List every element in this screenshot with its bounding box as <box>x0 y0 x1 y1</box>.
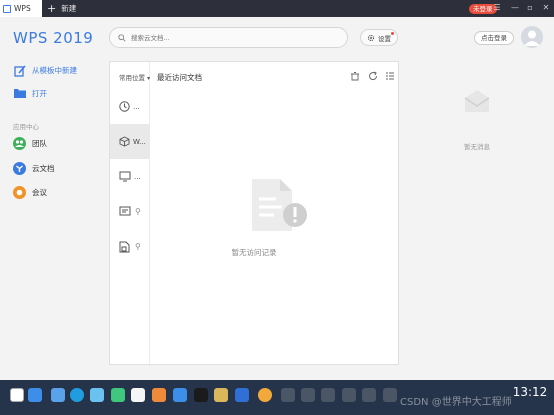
trash-icon[interactable] <box>350 71 360 81</box>
avatar[interactable] <box>521 26 543 48</box>
empty-recent-message: 暂无访问记录 <box>231 248 277 257</box>
close-icon[interactable]: ✕ <box>540 2 552 14</box>
taskbar-clock: 13:12 <box>512 385 548 399</box>
dock-app-icon[interactable] <box>70 388 84 402</box>
new-document-icon <box>13 64 26 77</box>
login-button[interactable]: 点击登录 <box>474 31 514 45</box>
minimize-icon[interactable]: — <box>509 2 521 14</box>
gear-icon <box>367 34 375 41</box>
search-box[interactable] <box>109 27 348 48</box>
folder-icon <box>13 87 26 100</box>
refresh-icon[interactable] <box>368 71 378 81</box>
settings-label: 设置 <box>378 34 391 43</box>
documents-panel: 常用位置 ▾ ... W... ... ⚲ ⚲ 最近访问文档 暂无访问记录 <box>109 61 399 365</box>
wps-logo-icon <box>3 4 11 13</box>
sidebar-item-meeting-label: 会议 <box>32 188 47 197</box>
chevron-down-icon: ▾ <box>147 75 151 82</box>
location-recent[interactable]: ... <box>110 89 150 124</box>
common-locations-header[interactable]: 常用位置 ▾ <box>119 72 150 82</box>
dock-app-icon[interactable] <box>131 388 145 402</box>
tab-wps-label: WPS <box>14 4 31 13</box>
dock-app-icon[interactable] <box>51 388 65 402</box>
dock-app-icon[interactable] <box>28 388 42 402</box>
dock-app-icon[interactable] <box>235 388 249 402</box>
cloud-docs-icon <box>13 162 26 175</box>
plus-icon: + <box>47 2 57 15</box>
sidebar-item-cloud-docs[interactable]: 云文档 <box>13 162 55 175</box>
dock-app-icon[interactable] <box>214 388 228 402</box>
dock-app-icon[interactable] <box>342 388 356 402</box>
title-bar: WPS + 新建 未登录 ☰ — ▫ ✕ <box>0 0 554 17</box>
tab-wps[interactable]: WPS <box>0 0 42 17</box>
dock-app-icon[interactable] <box>258 388 272 402</box>
sidebar-new-from-template[interactable]: 从模板中新建 <box>13 64 77 77</box>
dock-app-icon[interactable] <box>173 388 187 402</box>
location-recent-label: ... <box>133 102 140 111</box>
meeting-icon <box>13 186 26 199</box>
new-tab-button[interactable]: + 新建 <box>47 0 76 17</box>
menu-icon[interactable]: ☰ <box>491 2 503 14</box>
location-wps-cloud-label: W... <box>133 137 146 146</box>
dock-app-icon[interactable] <box>301 388 315 402</box>
dock-app-icon[interactable] <box>194 388 208 402</box>
search-icon <box>118 33 126 42</box>
dock-app-icon[interactable] <box>90 388 104 402</box>
location-desktop[interactable]: ⚲ <box>110 194 150 229</box>
sidebar-item-team-label: 团队 <box>32 139 47 148</box>
list-view-icon[interactable] <box>385 71 395 81</box>
sidebar-item-cloud-docs-label: 云文档 <box>32 164 55 173</box>
user-avatar-icon <box>524 30 540 46</box>
location-computer[interactable]: ... <box>110 159 150 194</box>
dock-app-icon[interactable] <box>281 388 295 402</box>
cube-icon <box>119 136 130 147</box>
empty-messages-text: 暂无消息 <box>464 143 490 151</box>
location-computer-label: ... <box>134 172 141 181</box>
desktop-icon <box>119 206 131 216</box>
dock-app-icon[interactable] <box>10 388 24 402</box>
dock-app-icon[interactable] <box>321 388 335 402</box>
recent-docs-title: 最近访问文档 <box>157 73 202 82</box>
sidebar-item-team[interactable]: 团队 <box>13 137 47 150</box>
sidebar-open-label: 打开 <box>32 89 47 98</box>
maximize-icon[interactable]: ▫ <box>524 2 536 14</box>
dock-app-icon[interactable] <box>383 388 397 402</box>
pin-icon[interactable]: ⚲ <box>135 207 141 216</box>
app-brand: WPS 2019 <box>13 29 94 47</box>
sidebar-open[interactable]: 打开 <box>13 87 47 100</box>
team-icon <box>13 137 26 150</box>
location-wps-cloud[interactable]: W... <box>110 124 150 159</box>
sidebar-item-meeting[interactable]: 会议 <box>13 186 47 199</box>
csdn-watermark: CSDN @世界中大工程师 <box>400 397 512 408</box>
dock-app-icon[interactable] <box>152 388 166 402</box>
dock-app-icon[interactable] <box>362 388 376 402</box>
search-input[interactable] <box>129 32 329 43</box>
monitor-icon <box>119 171 131 182</box>
notification-dot <box>391 32 394 35</box>
envelope-icon <box>464 90 490 112</box>
new-tab-label: 新建 <box>61 4 77 13</box>
clock-icon <box>119 101 130 112</box>
app-center-label: 应用中心 <box>13 123 39 131</box>
settings-button[interactable]: 设置 <box>360 29 398 46</box>
dock-app-icon[interactable] <box>111 388 125 402</box>
sidebar-new-from-template-label: 从模板中新建 <box>32 66 77 75</box>
common-locations-column: 常用位置 ▾ ... W... ... ⚲ ⚲ <box>110 62 150 364</box>
empty-documents-icon <box>252 179 307 231</box>
